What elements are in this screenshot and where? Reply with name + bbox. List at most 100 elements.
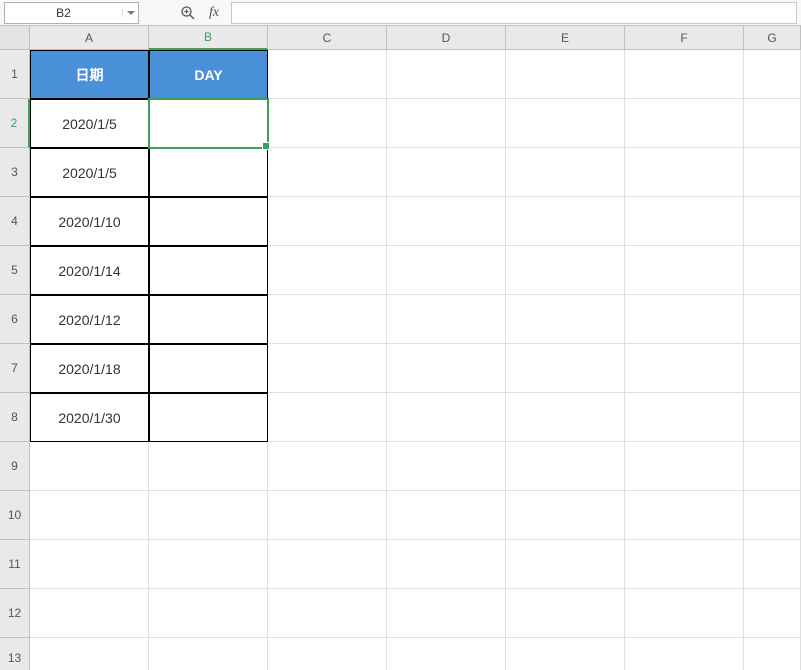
cell[interactable] (744, 50, 801, 99)
cell[interactable] (268, 638, 387, 670)
cell-A7[interactable]: 2020/1/18 (30, 344, 149, 393)
cell-A3[interactable]: 2020/1/5 (30, 148, 149, 197)
row-header-10[interactable]: 10 (0, 491, 30, 540)
cell[interactable] (625, 197, 744, 246)
cell[interactable] (744, 540, 801, 589)
cell[interactable] (506, 246, 625, 295)
cell[interactable] (149, 589, 268, 638)
cell[interactable] (149, 491, 268, 540)
cell[interactable] (625, 442, 744, 491)
cell[interactable] (387, 589, 506, 638)
name-box[interactable]: B2 (4, 2, 139, 24)
cell[interactable] (268, 50, 387, 99)
zoom-icon[interactable] (179, 4, 197, 22)
cell[interactable] (625, 540, 744, 589)
cell[interactable] (30, 540, 149, 589)
cell-A5[interactable]: 2020/1/14 (30, 246, 149, 295)
cell-B2-active[interactable] (149, 99, 268, 148)
chevron-down-icon[interactable] (122, 9, 138, 17)
cell[interactable] (387, 246, 506, 295)
cell[interactable] (268, 540, 387, 589)
cell[interactable] (506, 393, 625, 442)
cell[interactable] (268, 197, 387, 246)
cell-A6[interactable]: 2020/1/12 (30, 295, 149, 344)
cell-B7[interactable] (149, 344, 268, 393)
row-header-2[interactable]: 2 (0, 99, 30, 148)
cell[interactable] (625, 589, 744, 638)
cell[interactable] (506, 638, 625, 670)
cell[interactable] (387, 442, 506, 491)
cell[interactable] (268, 148, 387, 197)
cell[interactable] (268, 99, 387, 148)
cell[interactable] (268, 295, 387, 344)
row-header-11[interactable]: 11 (0, 540, 30, 589)
col-header-A[interactable]: A (30, 26, 149, 50)
cell[interactable] (744, 148, 801, 197)
select-all-corner[interactable] (0, 26, 30, 50)
cell[interactable] (625, 491, 744, 540)
cell[interactable] (387, 638, 506, 670)
cell[interactable] (625, 148, 744, 197)
row-header-3[interactable]: 3 (0, 148, 30, 197)
row-header-6[interactable]: 6 (0, 295, 30, 344)
cell[interactable] (149, 442, 268, 491)
col-header-B[interactable]: B (149, 26, 268, 50)
cell[interactable] (506, 442, 625, 491)
cell-B6[interactable] (149, 295, 268, 344)
cell[interactable] (387, 50, 506, 99)
cell[interactable] (506, 295, 625, 344)
cell[interactable] (744, 638, 801, 670)
cell[interactable] (30, 638, 149, 670)
row-header-13[interactable]: 13 (0, 638, 30, 670)
cell[interactable] (387, 99, 506, 148)
cell[interactable] (625, 344, 744, 393)
col-header-G[interactable]: G (744, 26, 801, 50)
cell[interactable] (625, 295, 744, 344)
row-header-9[interactable]: 9 (0, 442, 30, 491)
row-header-4[interactable]: 4 (0, 197, 30, 246)
header-cell-date[interactable]: 日期 (30, 50, 149, 99)
cell[interactable] (268, 344, 387, 393)
cell-A2[interactable]: 2020/1/5 (30, 99, 149, 148)
row-header-12[interactable]: 12 (0, 589, 30, 638)
formula-input[interactable] (231, 2, 797, 24)
cell-B3[interactable] (149, 148, 268, 197)
cell[interactable] (744, 393, 801, 442)
cell[interactable] (744, 99, 801, 148)
cell[interactable] (625, 393, 744, 442)
col-header-F[interactable]: F (625, 26, 744, 50)
cell[interactable] (30, 442, 149, 491)
cell[interactable] (744, 344, 801, 393)
cell[interactable] (625, 50, 744, 99)
cell[interactable] (268, 393, 387, 442)
cell[interactable] (387, 148, 506, 197)
cell[interactable] (268, 491, 387, 540)
cell[interactable] (506, 491, 625, 540)
cell-A8[interactable]: 2020/1/30 (30, 393, 149, 442)
col-header-D[interactable]: D (387, 26, 506, 50)
cell[interactable] (744, 491, 801, 540)
fx-icon[interactable]: fx (205, 4, 223, 22)
cell[interactable] (625, 99, 744, 148)
col-header-C[interactable]: C (268, 26, 387, 50)
cell[interactable] (30, 491, 149, 540)
col-header-E[interactable]: E (506, 26, 625, 50)
cell[interactable] (506, 540, 625, 589)
row-header-7[interactable]: 7 (0, 344, 30, 393)
cell[interactable] (268, 589, 387, 638)
cell[interactable] (506, 148, 625, 197)
cell[interactable] (268, 442, 387, 491)
cell[interactable] (744, 197, 801, 246)
cell[interactable] (744, 442, 801, 491)
cell-B5[interactable] (149, 246, 268, 295)
row-header-5[interactable]: 5 (0, 246, 30, 295)
cell[interactable] (30, 589, 149, 638)
cell[interactable] (506, 99, 625, 148)
row-header-1[interactable]: 1 (0, 50, 30, 99)
cell[interactable] (506, 344, 625, 393)
cell[interactable] (268, 246, 387, 295)
cell[interactable] (625, 638, 744, 670)
cell[interactable] (506, 197, 625, 246)
cell[interactable] (387, 540, 506, 589)
row-header-8[interactable]: 8 (0, 393, 30, 442)
